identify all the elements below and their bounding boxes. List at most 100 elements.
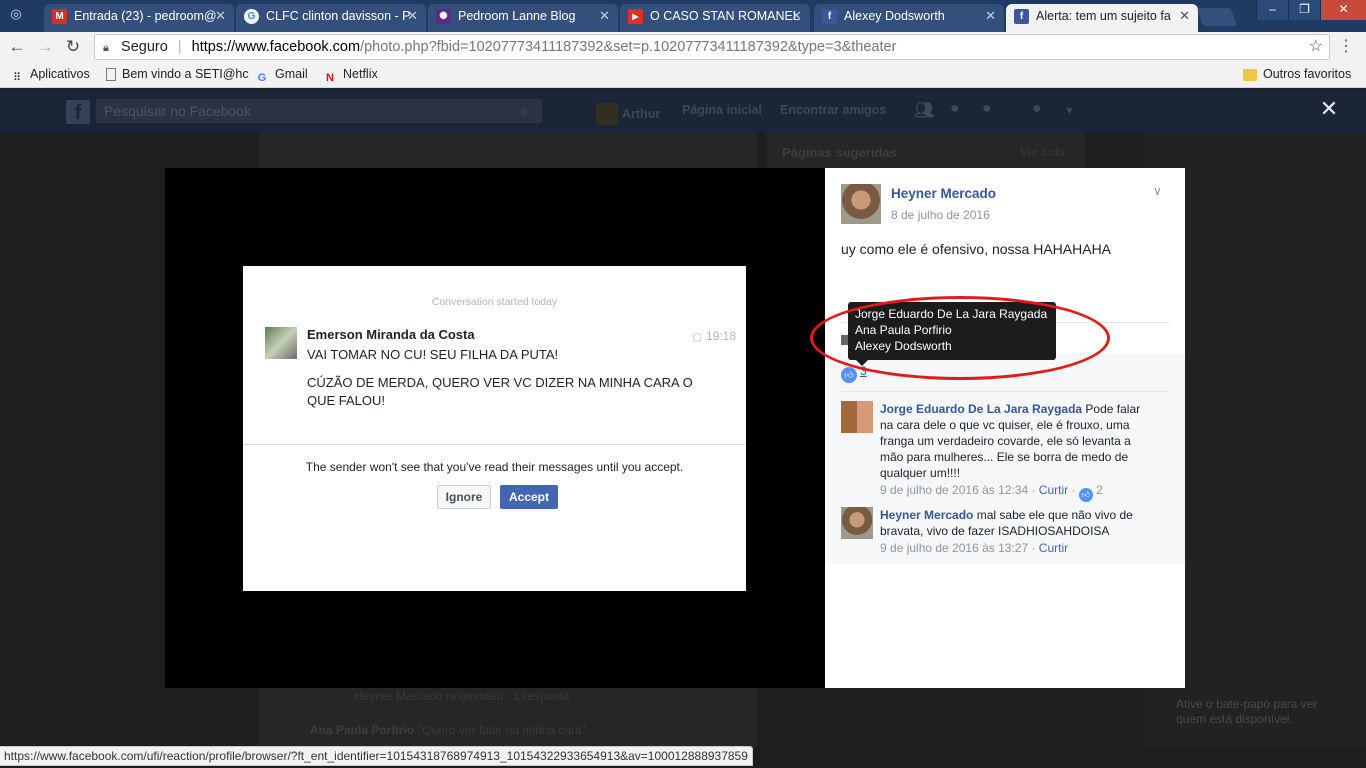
tab-title: CLFC clinton davisson - P (266, 9, 411, 23)
tab-title: Alerta: tem um sujeito fa (1036, 9, 1171, 23)
nav-find-friends[interactable]: Encontrar amigos (780, 103, 886, 117)
tab-title: Alexey Dodsworth (844, 9, 945, 23)
search-icon[interactable]: ⌕ (520, 99, 528, 123)
page-icon (106, 68, 116, 81)
forward-arrow-icon[interactable]: → (34, 36, 56, 58)
new-tab-button[interactable] (1196, 8, 1238, 26)
close-tab-icon[interactable]: ✕ (1179, 4, 1190, 28)
close-tab-icon[interactable]: ✕ (215, 4, 226, 28)
comment-like-count[interactable]: 2 (1096, 483, 1103, 497)
nav-profile[interactable]: Arthur (596, 103, 660, 125)
address-bar[interactable]: 🔒︎ Seguro | https://www.facebook.com/pho… (94, 34, 1330, 60)
bg-chat-hint: Ative o bate-papo para ver quem está dis… (1176, 697, 1318, 726)
avatar (596, 103, 618, 125)
tab-title: O CASO STAN ROMANEL (650, 9, 800, 23)
gmail-icon: M (52, 9, 67, 24)
tab-blog[interactable]: ✺ Pedroom Lanne Blog ✕ (428, 4, 618, 32)
close-tab-icon[interactable]: ✕ (791, 4, 802, 28)
comment-time[interactable]: 9 de julho de 2016 às 13:27 (880, 541, 1028, 555)
window-close-icon[interactable]: ✕ (1320, 0, 1366, 20)
close-tab-icon[interactable]: ✕ (599, 4, 610, 28)
secure-label: Seguro (121, 39, 168, 55)
facebook-search-input[interactable]: Pesquisar no Facebook ⌕ (96, 99, 542, 123)
message-text: CÚZÃO DE MERDA, QUERO VER VC DIZER NA MI… (307, 375, 693, 408)
nav-home[interactable]: Página inicial (682, 103, 762, 117)
tab-alexey[interactable]: f Alexey Dodsworth ✕ (814, 4, 1004, 32)
comment-author[interactable]: Heyner Mercado (880, 508, 973, 522)
close-tab-icon[interactable]: ✕ (407, 4, 418, 28)
post-date[interactable]: 8 de julho de 2016 (891, 208, 990, 222)
comment-time[interactable]: 9 de julho de 2016 às 12:34 (880, 483, 1028, 497)
accept-button[interactable]: Accept (500, 485, 558, 509)
browser-tabstrip: ◎ M Entrada (23) - pedroom@ ✕ G CLFC cli… (0, 0, 1366, 32)
sender-name: Emerson Miranda da Costa (307, 327, 475, 342)
avatar (265, 327, 297, 359)
browser-toolbar: ← → ↻ 🔒︎ Seguro | https://www.facebook.c… (0, 32, 1366, 62)
browser-status-url: https://www.facebook.com/ufi/reaction/pr… (0, 746, 753, 766)
message-request-card: Conversation started today Emerson Miran… (243, 266, 746, 591)
bookmark-netflix[interactable]: N Netflix (323, 67, 378, 85)
back-arrow-icon[interactable]: ← (6, 36, 28, 58)
comment-body: Heyner Mercado mal sabe ele que não vivo… (880, 507, 1150, 539)
bookmark-star-icon[interactable]: ☆ (1309, 35, 1323, 59)
bookmark-apps[interactable]: ⠿ Aplicativos (10, 67, 90, 85)
tab-clfc[interactable]: G CLFC clinton davisson - P ✕ (236, 4, 426, 32)
like-icon: 👍︎ (1078, 488, 1093, 502)
tab-gmail[interactable]: M Entrada (23) - pedroom@ ✕ (44, 4, 234, 32)
bookmark-gmail[interactable]: G Gmail (255, 67, 308, 85)
youtube-icon: ▶ (628, 9, 643, 24)
netflix-icon: N (326, 72, 334, 84)
chat-bubble-icon: ▢ (692, 332, 702, 343)
facebook-logo-icon[interactable]: f (66, 100, 90, 124)
tab-alerta[interactable]: f Alerta: tem um sujeito fa ✕ (1006, 4, 1198, 32)
friend-requests-icon[interactable]: 👥︎ (914, 100, 934, 120)
bookmark-other[interactable]: Outros favoritos (1243, 67, 1351, 81)
close-theater-icon[interactable]: ✕ (1318, 98, 1340, 120)
message-time: ▢ 19:18 (692, 329, 736, 343)
apps-grid-icon: ⠿ (12, 72, 22, 84)
url-host: https://www.facebook.com (191, 39, 361, 55)
like-comment-link[interactable]: Curtir (1039, 541, 1068, 555)
maximize-icon[interactable]: ❐ (1288, 0, 1320, 20)
reload-icon[interactable]: ↻ (62, 36, 84, 58)
comment-author[interactable]: Jorge Eduardo De La Jara Raygada (880, 402, 1082, 416)
bookmark-seti[interactable]: Bem vindo a SETI@hc (106, 67, 249, 81)
bookmarks-bar: ⠿ Aplicativos Bem vindo a SETI@hc G Gmail … (0, 62, 1366, 88)
profile-icon[interactable]: ◎ (6, 6, 26, 24)
facebook-icon: f (1014, 9, 1029, 24)
bg-comment-text: "Quero ver falar na minha cara" (418, 723, 586, 737)
browser-menu-icon[interactable]: ⋮ (1338, 36, 1354, 56)
post-options-chevron-icon[interactable]: ∨ (1153, 184, 1162, 198)
comment-body: Jorge Eduardo De La Jara Raygada Pode fa… (880, 401, 1150, 481)
chevron-down-icon[interactable]: ▼ (1064, 105, 1075, 117)
bg-feed-top (258, 133, 758, 168)
avatar[interactable] (841, 401, 873, 433)
avatar[interactable] (841, 507, 873, 539)
help-icon[interactable]: ● (1032, 100, 1042, 118)
read-receipt-notice: The sender won't see that you've read th… (305, 460, 684, 474)
message-text: VAI TOMAR NO CU! SEU FILHA DA PUTA! (307, 347, 559, 362)
comment-meta: 9 de julho de 2016 às 13:27 · Curtir (880, 541, 1069, 555)
divider (243, 444, 746, 445)
post-text: uy como ele é ofensivo, nossa HAHAHAHA (841, 241, 1112, 257)
tab-title: Pedroom Lanne Blog (458, 9, 576, 23)
like-icon: 👍︎ (841, 367, 857, 383)
messages-icon[interactable]: ● (950, 100, 960, 118)
comment-meta: 9 de julho de 2016 às 12:34 · Curtir · 👍… (880, 483, 1103, 502)
facebook-topbar: f Pesquisar no Facebook ⌕ Arthur Página … (0, 89, 1366, 133)
minimize-icon[interactable]: – (1256, 0, 1288, 20)
post-author[interactable]: Heyner Mercado (891, 186, 996, 201)
close-tab-icon[interactable]: ✕ (985, 4, 996, 28)
tab-youtube[interactable]: ▶ O CASO STAN ROMANEL ✕ (620, 4, 810, 32)
facebook-icon: f (822, 9, 837, 24)
bg-suggested-title: Páginas sugeridas (782, 145, 897, 160)
like-comment-link[interactable]: Curtir (1039, 483, 1068, 497)
lock-icon: 🔒︎ (103, 42, 109, 54)
avatar[interactable] (841, 184, 881, 224)
window-controls: – ❐ ✕ (1256, 0, 1366, 20)
conversation-started-label: Conversation started today (431, 296, 558, 308)
blog-icon: ✺ (436, 9, 451, 24)
tab-title: Entrada (23) - pedroom@ (74, 9, 217, 23)
ignore-button[interactable]: Ignore (437, 485, 491, 509)
globe-icon[interactable]: ● (982, 100, 992, 118)
